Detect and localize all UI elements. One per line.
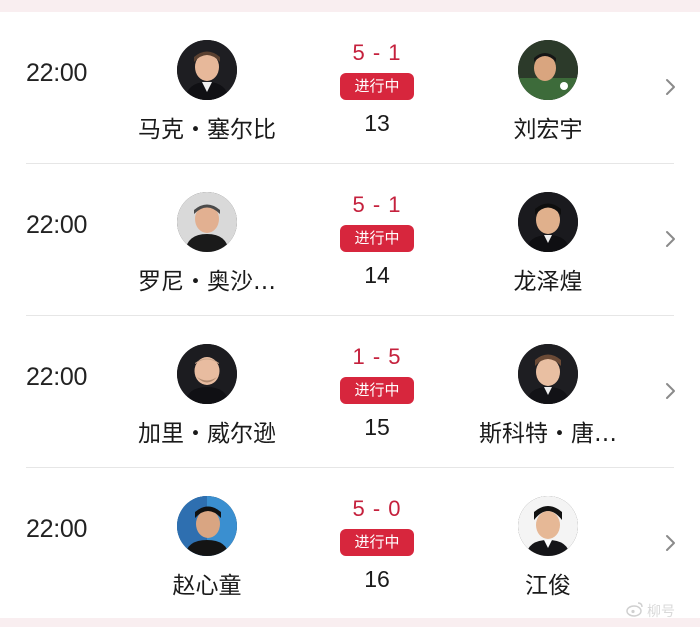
watermark: 柳号	[626, 601, 675, 621]
match-score: 5 - 1	[352, 192, 402, 217]
status-badge: 进行中	[340, 73, 414, 100]
player2-avatar	[518, 192, 578, 252]
player1-name: 赵心童	[172, 573, 242, 599]
player1-name: 加里・威尔逊	[138, 421, 276, 447]
match-time: 22:00	[26, 59, 88, 87]
match-number: 15	[364, 414, 390, 440]
player2-avatar	[518, 40, 578, 100]
chevron-right-icon[interactable]	[662, 229, 678, 249]
match-list: 22:00 马克・塞尔比 5 - 1 进行中 13 刘宏宇 22:00 罗尼・奥…	[0, 12, 700, 618]
player1-avatar	[177, 192, 237, 252]
player1-name: 罗尼・奥沙…	[138, 269, 276, 295]
match-row[interactable]: 22:00 加里・威尔逊 1 - 5 进行中 15 斯科特・唐…	[0, 316, 700, 468]
match-row[interactable]: 22:00 罗尼・奥沙… 5 - 1 进行中 14 龙泽煌	[0, 164, 700, 316]
watermark-text: 柳号	[647, 604, 675, 620]
match-time: 22:00	[26, 515, 88, 543]
match-score: 5 - 1	[352, 40, 402, 65]
match-number: 13	[364, 110, 390, 136]
chevron-right-icon[interactable]	[662, 77, 678, 97]
chevron-right-icon[interactable]	[662, 533, 678, 553]
status-badge: 进行中	[340, 225, 414, 252]
player1-avatar	[177, 40, 237, 100]
match-row[interactable]: 22:00 马克・塞尔比 5 - 1 进行中 13 刘宏宇	[0, 12, 700, 164]
match-number: 16	[364, 566, 390, 592]
player2-name: 刘宏宇	[513, 117, 583, 143]
player2-name: 江俊	[525, 573, 571, 599]
chevron-right-icon[interactable]	[662, 381, 678, 401]
player1-avatar	[177, 344, 237, 404]
match-row[interactable]: 22:00 赵心童 5 - 0 进行中 16 江俊	[0, 468, 700, 620]
weibo-icon	[626, 601, 644, 621]
player1-avatar	[177, 496, 237, 556]
match-score: 1 - 5	[352, 344, 402, 369]
player2-name: 龙泽煌	[513, 269, 583, 295]
player1-name: 马克・塞尔比	[138, 117, 276, 143]
player2-name: 斯科特・唐…	[479, 421, 617, 447]
status-badge: 进行中	[340, 529, 414, 556]
player2-avatar	[518, 496, 578, 556]
match-time: 22:00	[26, 363, 88, 391]
match-time: 22:00	[26, 211, 88, 239]
status-badge: 进行中	[340, 377, 414, 404]
match-number: 14	[364, 262, 390, 288]
match-score: 5 - 0	[352, 496, 402, 521]
player2-avatar	[518, 344, 578, 404]
